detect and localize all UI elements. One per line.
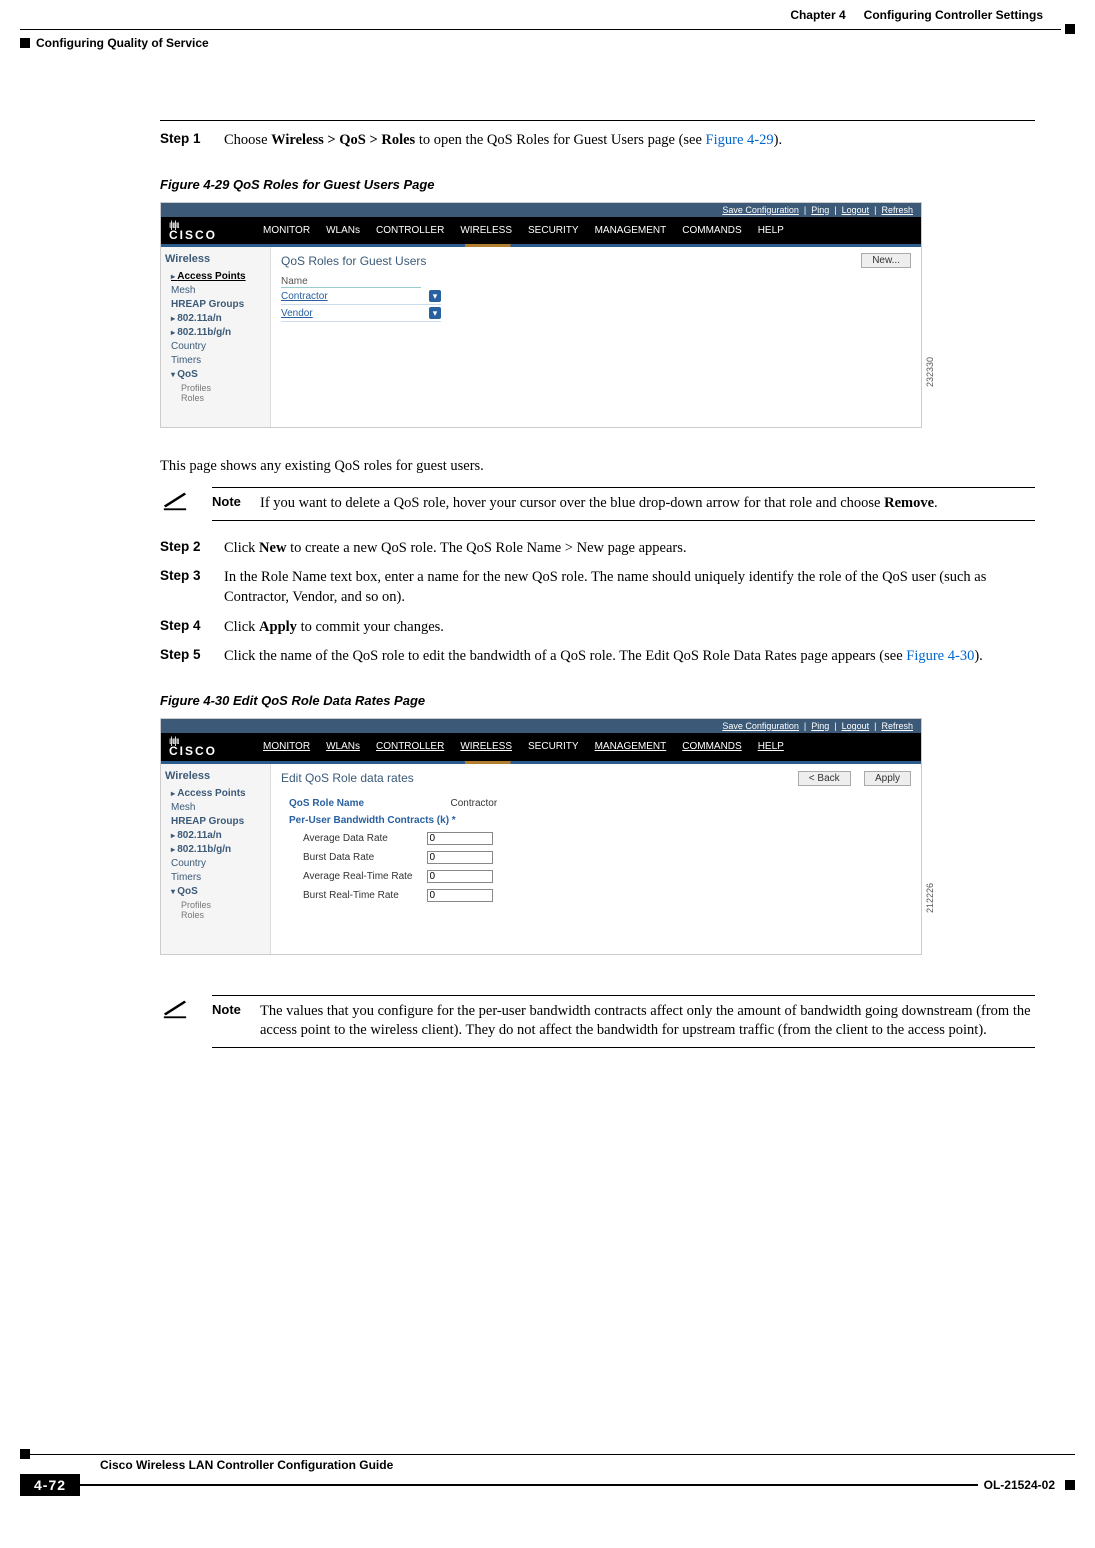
back-button: < Back xyxy=(798,771,851,786)
sidebar-qos-profiles: Profiles xyxy=(181,383,266,393)
sidebar-access-points: Access Points xyxy=(171,271,266,282)
sidebar-timers: Timers xyxy=(171,355,266,366)
sidebar: Wireless Access Points Mesh HREAP Groups… xyxy=(161,764,271,954)
step4-body: Click Apply to commit your changes. xyxy=(224,618,1035,638)
cisco-logo: ι|ιι|ιι CISCO xyxy=(169,221,217,241)
page-footer: Cisco Wireless LAN Controller Configurat… xyxy=(20,1448,1075,1496)
apply-button: Apply xyxy=(864,771,911,786)
cisco-logo: ι|ιι|ιι CISCO xyxy=(169,737,217,757)
role-vendor: Vendor ▾ xyxy=(281,305,441,322)
sidebar: Wireless Access Points Mesh HREAP Groups… xyxy=(161,247,271,427)
sidebar-qos: QoS xyxy=(171,369,266,380)
nav-security: SECURITY xyxy=(528,225,579,236)
doc-id: OL-21524-02 xyxy=(978,1478,1061,1492)
note1-body: If you want to delete a QoS role, hover … xyxy=(260,494,1035,514)
chapter-label: Chapter 4 xyxy=(790,8,845,22)
burst-data-rate-input xyxy=(427,851,493,864)
guide-title: Cisco Wireless LAN Controller Configurat… xyxy=(100,1458,1075,1472)
sidebar-hreap: HREAP Groups xyxy=(171,299,266,310)
note-icon xyxy=(160,487,212,521)
step2-label: Step 2 xyxy=(160,539,224,554)
running-header: Chapter 4 Configuring Controller Setting… xyxy=(20,8,1075,22)
nav-wireless: WIRELESS xyxy=(460,225,512,236)
chapter-title: Configuring Controller Settings xyxy=(864,8,1043,22)
step3-body: In the Role Name text box, enter a name … xyxy=(224,568,1035,607)
step5-label: Step 5 xyxy=(160,647,224,662)
step4-label: Step 4 xyxy=(160,618,224,633)
gui2-title: Edit QoS Role data rates xyxy=(281,771,414,785)
step1-label: Step 1 xyxy=(160,131,224,146)
nav-controller: CONTROLLER xyxy=(376,225,444,236)
step3-label: Step 3 xyxy=(160,568,224,583)
note-label: Note xyxy=(212,1002,260,1041)
figure-4-30-caption: Figure 4-30 Edit QoS Role Data Rates Pag… xyxy=(160,693,1035,708)
figure-4-30-image: Save Configuration | Ping | Logout | Ref… xyxy=(160,718,922,955)
sidebar-80211an: 802.11a/n xyxy=(171,313,266,324)
note-label: Note xyxy=(212,494,260,514)
dropdown-icon: ▾ xyxy=(429,307,441,319)
page-number: 4-72 xyxy=(20,1474,80,1496)
step1-body: Choose Wireless > QoS > Roles to open th… xyxy=(224,131,1035,151)
gui1-title: QoS Roles for Guest Users xyxy=(281,254,426,268)
sidebar-qos-roles: Roles xyxy=(181,393,266,403)
nav-monitor: MONITOR xyxy=(263,225,310,236)
col-name: Name xyxy=(281,276,421,288)
figure-id: 232330 xyxy=(925,357,935,387)
figure-id: 212226 xyxy=(925,883,935,913)
nav-help: HELP xyxy=(758,225,784,236)
sidebar-mesh: Mesh xyxy=(171,285,266,296)
sidebar-country: Country xyxy=(171,341,266,352)
step5-body: Click the name of the QoS role to edit t… xyxy=(224,647,1035,667)
note-icon xyxy=(160,995,212,1048)
avg-realtime-rate-input xyxy=(427,870,493,883)
figure-4-30-link[interactable]: Figure 4-30 xyxy=(906,648,974,664)
sidebar-80211bgn: 802.11b/g/n xyxy=(171,327,266,338)
new-button: New... xyxy=(861,253,911,268)
burst-realtime-rate-input xyxy=(427,889,493,902)
step2-body: Click New to create a new QoS role. The … xyxy=(224,539,1035,559)
figure-4-29-caption: Figure 4-29 QoS Roles for Guest Users Pa… xyxy=(160,177,1035,192)
figure-4-29-link[interactable]: Figure 4-29 xyxy=(706,132,774,148)
section-title: Configuring Quality of Service xyxy=(36,36,209,50)
figure-4-29-image: Save Configuration | Ping | Logout | Ref… xyxy=(160,202,922,429)
after-figure-text: This page shows any existing QoS roles f… xyxy=(160,458,1035,475)
nav-commands: COMMANDS xyxy=(682,225,741,236)
dropdown-icon: ▾ xyxy=(429,290,441,302)
nav-management: MANAGEMENT xyxy=(595,225,667,236)
nav-wlans: WLANs xyxy=(326,225,360,236)
header-marker xyxy=(20,38,30,48)
avg-data-rate-input xyxy=(427,832,493,845)
note2-body: The values that you configure for the pe… xyxy=(260,1002,1035,1041)
qos-role-form: QoS Role Name Contractor Per-User Bandwi… xyxy=(281,794,505,906)
role-name-value: Contractor xyxy=(421,796,504,811)
role-contractor: Contractor ▾ xyxy=(281,288,441,305)
